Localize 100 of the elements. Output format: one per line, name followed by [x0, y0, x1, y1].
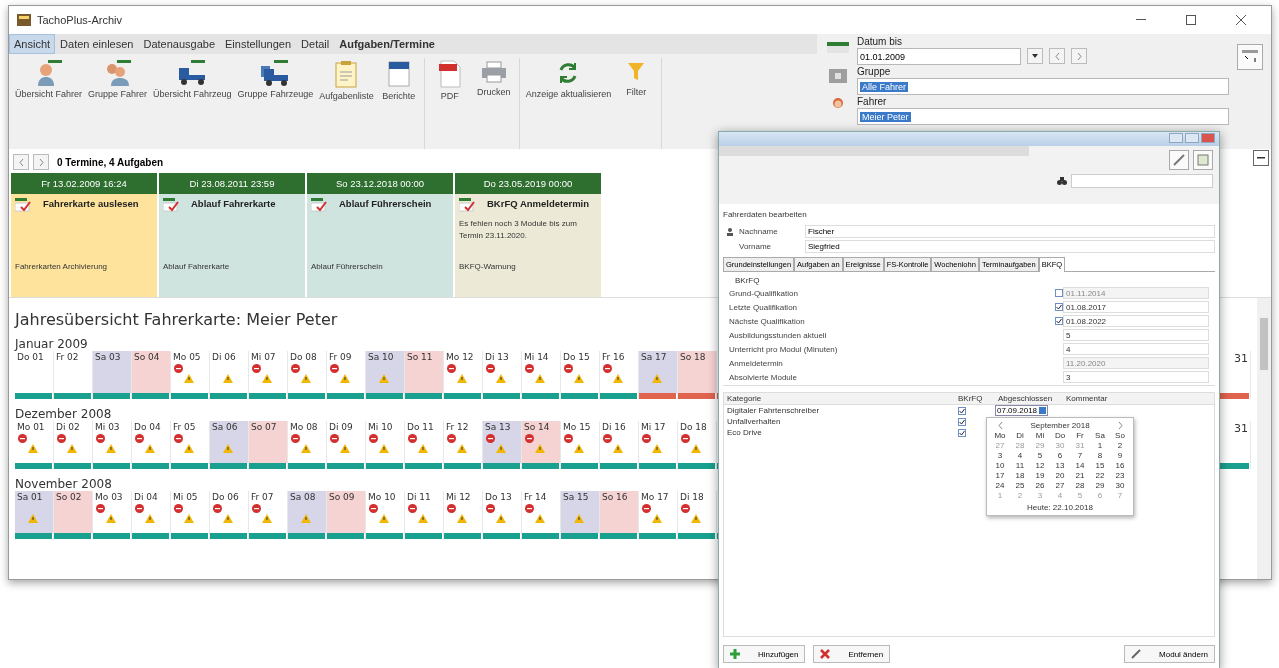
menu-tab[interactable]: Datenausgabe: [138, 34, 221, 54]
day-cell[interactable]: Sa 10: [366, 351, 405, 399]
menu-tab[interactable]: Einstellungen: [220, 34, 297, 54]
day-cell[interactable]: Mi 03: [93, 421, 132, 469]
day-cell[interactable]: Di 18: [678, 491, 717, 539]
input-field[interactable]: 01.08.2017: [1063, 301, 1209, 313]
picker-day[interactable]: 17: [990, 471, 1010, 480]
picker-day[interactable]: 7: [1070, 451, 1090, 460]
day-cell[interactable]: Mo 10: [366, 491, 405, 539]
next-button[interactable]: [33, 154, 49, 170]
day-cell[interactable]: Do 06: [210, 491, 249, 539]
input-field[interactable]: 01.08.2022: [1063, 315, 1209, 327]
scrollbar-track[interactable]: [1257, 298, 1271, 579]
day-cell[interactable]: Mi 12: [444, 491, 483, 539]
ribbon-button[interactable]: Anzeige aktualisieren: [522, 58, 615, 102]
picker-day[interactable]: 29: [1090, 481, 1110, 490]
ribbon-button[interactable]: Drucken: [471, 58, 516, 100]
today-link[interactable]: Heute: 22.10.2018: [990, 503, 1130, 512]
date-field[interactable]: 01.01.2009: [857, 48, 1021, 65]
picker-day[interactable]: 4: [1010, 451, 1030, 460]
day-cell[interactable]: Fr 07: [249, 491, 288, 539]
task-card[interactable]: So 23.12.2018 00:00 Ablauf Führerschein Ablauf Führerschein: [307, 173, 453, 297]
day-cell[interactable]: Di 06: [210, 351, 249, 399]
day-cell[interactable]: Fr 16: [600, 351, 639, 399]
ribbon-button[interactable]: Übersicht Fahrzeug: [150, 58, 235, 102]
day-cell[interactable]: Do 11: [405, 421, 444, 469]
picker-day[interactable]: 1: [1090, 441, 1110, 450]
task-card[interactable]: Di 23.08.2011 23:59 Ablauf Fahrerkarte Ablauf Fahrerkarte: [159, 173, 305, 297]
day-cell[interactable]: Di 02: [54, 421, 93, 469]
day-cell[interactable]: Mo 01: [15, 421, 54, 469]
dialog-button[interactable]: Modul ändern: [1124, 645, 1215, 663]
day-cell[interactable]: Do 13: [483, 491, 522, 539]
day-cell[interactable]: Mi 14: [522, 351, 561, 399]
ribbon-button[interactable]: Berichte: [376, 58, 421, 104]
ribbon-button[interactable]: Gruppe Fahrer: [85, 58, 151, 102]
column-header[interactable]: Abgeschlossen: [995, 393, 1063, 404]
image-button[interactable]: [1193, 150, 1213, 170]
day-cell[interactable]: Mi 05: [171, 491, 210, 539]
checkbox[interactable]: [958, 406, 966, 415]
day-cell[interactable]: Mo 15: [561, 421, 600, 469]
day-cell[interactable]: Di 04: [132, 491, 171, 539]
day-cell[interactable]: Sa 17: [639, 351, 678, 399]
checkbox[interactable]: [1055, 317, 1063, 325]
menu-tab[interactable]: Ansicht: [9, 34, 56, 54]
menu-tab[interactable]: Daten einlesen: [55, 34, 139, 54]
picker-day[interactable]: 8: [1090, 451, 1110, 460]
input-field[interactable]: 4: [1063, 343, 1209, 355]
picker-day[interactable]: 27: [1050, 481, 1070, 490]
day-cell[interactable]: Do 15: [561, 351, 600, 399]
task-card[interactable]: Do 23.05.2019 00:00 BKrFQ Anmeldetermin Es fehlen noch 3 Module bis zum Termin 23.11.2020. BKFQ-Warnung: [455, 173, 601, 297]
ribbon-button[interactable]: Übersicht Fahrer: [12, 58, 86, 102]
date-field[interactable]: 07.09.2018: [995, 405, 1049, 416]
day-cell[interactable]: Fr 05: [171, 421, 210, 469]
dropdown-button[interactable]: [1027, 48, 1043, 64]
ribbon-button[interactable]: Filter: [614, 58, 659, 100]
day-cell[interactable]: Fr 14: [522, 491, 561, 539]
picker-day[interactable]: 19: [1030, 471, 1050, 480]
picker-day[interactable]: 5: [1030, 451, 1050, 460]
column-header[interactable]: BKrFQ: [955, 393, 995, 404]
previous-button[interactable]: [13, 154, 29, 170]
day-cell[interactable]: Fr 02: [54, 351, 93, 399]
day-cell[interactable]: Di 13: [483, 351, 522, 399]
day-cell[interactable]: Sa 06: [210, 421, 249, 469]
close-button[interactable]: [1201, 133, 1215, 143]
checkbox[interactable]: [1055, 303, 1063, 311]
day-cell[interactable]: So 07: [249, 421, 288, 469]
day-cell[interactable]: Fr 09: [327, 351, 366, 399]
picker-day[interactable]: 2: [1110, 441, 1130, 450]
picker-day[interactable]: 3: [990, 451, 1010, 460]
picker-day[interactable]: 13: [1050, 461, 1070, 470]
day-cell[interactable]: Mo 17: [639, 491, 678, 539]
day-cell[interactable]: Mo 03: [93, 491, 132, 539]
picker-day[interactable]: 12: [1030, 461, 1050, 470]
ribbon-button[interactable]: PDF: [427, 58, 472, 104]
search-field[interactable]: [1071, 174, 1213, 188]
picker-day[interactable]: 23: [1110, 471, 1130, 480]
ribbon-button[interactable]: Gruppe Fahrzeuge: [234, 58, 317, 102]
text-field[interactable]: Fischer: [805, 225, 1215, 238]
day-cell[interactable]: Di 11: [405, 491, 444, 539]
day-cell[interactable]: Sa 08: [288, 491, 327, 539]
picker-day[interactable]: 30: [1110, 481, 1130, 490]
dialog-button[interactable]: Entfernen: [813, 645, 891, 663]
checkbox[interactable]: [958, 428, 966, 437]
picker-day[interactable]: 11: [1010, 461, 1030, 470]
picker-day[interactable]: 20: [1050, 471, 1070, 480]
picker-day[interactable]: 25: [1010, 481, 1030, 490]
day-cell[interactable]: Do 08: [288, 351, 327, 399]
edit-button[interactable]: [1169, 150, 1189, 170]
day-cell[interactable]: Mi 10: [366, 421, 405, 469]
group-select[interactable]: Alle Fahrer: [857, 78, 1229, 95]
day-cell[interactable]: So 02: [54, 491, 93, 539]
picker-day[interactable]: 16: [1110, 461, 1130, 470]
picker-day[interactable]: 14: [1070, 461, 1090, 470]
task-card[interactable]: Fr 13.02.2009 16:24 Fahrerkarte auslesen Fahrerkarten Archivierung: [11, 173, 157, 297]
day-cell[interactable]: Mo 08: [288, 421, 327, 469]
input-field[interactable]: 01.11.2014: [1063, 287, 1209, 299]
day-cell[interactable]: Sa 15: [561, 491, 600, 539]
layout-toggle-button[interactable]: [1237, 44, 1263, 70]
picker-day[interactable]: 6: [1050, 451, 1070, 460]
day-cell[interactable]: Sa 13: [483, 421, 522, 469]
